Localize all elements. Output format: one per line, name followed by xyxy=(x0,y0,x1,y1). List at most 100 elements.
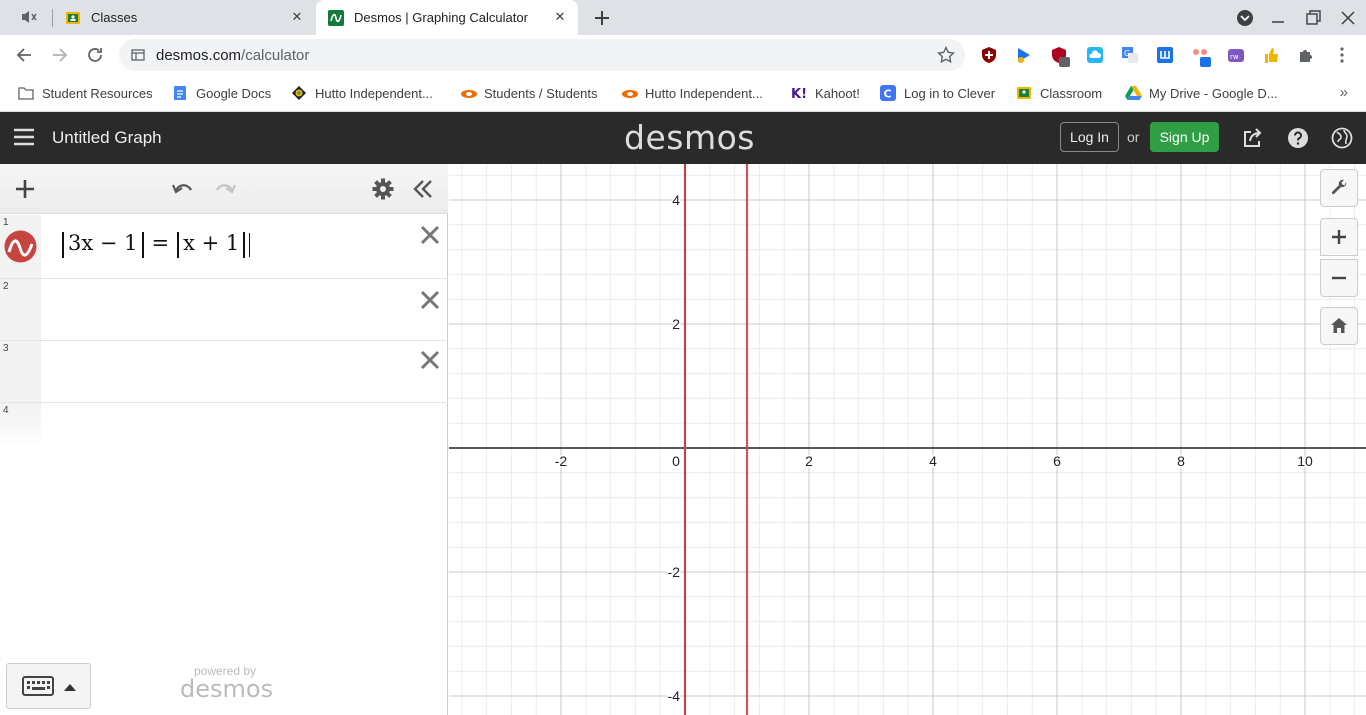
collapse-list-icon[interactable] xyxy=(411,177,435,201)
hutto-logo-icon xyxy=(291,85,307,101)
powered-by-desmos[interactable]: powered by desmos xyxy=(180,664,273,701)
x-tick-label: 6 xyxy=(1053,453,1061,469)
bookmark-label: Hutto Independent... xyxy=(645,85,763,101)
bookmarks-overflow-icon[interactable]: » xyxy=(1340,84,1348,101)
x-tick-label: 10 xyxy=(1297,453,1313,469)
graph-color-icon[interactable] xyxy=(4,230,37,263)
screencast-extension-icon[interactable] xyxy=(1015,46,1033,64)
log-in-button[interactable]: Log In xyxy=(1060,122,1119,152)
restore-icon[interactable] xyxy=(1303,8,1323,28)
extensions-puzzle-icon[interactable] xyxy=(1297,46,1315,64)
bookmark-google-docs[interactable]: Google Docs xyxy=(172,84,271,102)
keypad-toggle-button[interactable] xyxy=(6,663,91,709)
address-bar[interactable]: desmos.com/calculator xyxy=(119,39,965,71)
add-item-icon[interactable] xyxy=(13,177,37,201)
tab-search-icon[interactable] xyxy=(1235,8,1255,28)
y-tick-label: -2 xyxy=(668,564,681,580)
y-tick-label: -4 xyxy=(668,688,681,704)
bookmark-label: Student Resources xyxy=(42,85,153,101)
bookmark-hutto-independent-2[interactable]: Hutto Independent... xyxy=(621,84,763,102)
bookmark-label: My Drive - Google D... xyxy=(1149,85,1278,101)
expression-row[interactable]: 1 3x − 1 = x + 1 xyxy=(0,215,448,279)
tab-desmos[interactable]: Desmos | Graphing Calculator ✕ xyxy=(316,0,578,35)
undo-icon[interactable] xyxy=(171,177,195,201)
x-tick-label: 2 xyxy=(805,453,813,469)
zoom-out-button[interactable] xyxy=(1320,259,1358,297)
expression-row[interactable]: 2 xyxy=(0,279,448,341)
math-expression[interactable]: 3x − 1 = x + 1 xyxy=(62,231,251,258)
default-viewport-button[interactable] xyxy=(1320,307,1358,345)
bookmark-classroom[interactable]: Classroom xyxy=(1016,84,1102,102)
bookmark-hutto-independent-1[interactable]: Hutto Independent... xyxy=(291,84,433,102)
google-classroom-icon xyxy=(1016,85,1032,101)
tab-close-icon[interactable]: ✕ xyxy=(552,9,568,25)
google-classroom-icon xyxy=(65,10,81,26)
abs-left-content: 3x − 1 xyxy=(68,231,138,255)
expression-index: 4 xyxy=(3,405,9,416)
svg-text:K!: K! xyxy=(791,87,807,101)
equals-sign: = xyxy=(151,231,170,255)
new-tab-icon[interactable] xyxy=(592,8,612,28)
tab-audio-muted-icon[interactable] xyxy=(20,9,38,25)
expression-row[interactable]: 4 xyxy=(0,403,448,451)
caret-up-icon xyxy=(63,683,77,692)
bookmark-label: Kahoot! xyxy=(815,85,860,101)
minimize-icon[interactable] xyxy=(1268,8,1288,28)
sign-up-button[interactable]: Sign Up xyxy=(1150,122,1219,152)
forward-arrow-icon[interactable] xyxy=(50,45,70,65)
redo-icon[interactable] xyxy=(213,177,237,201)
y-tick-label: 4 xyxy=(672,192,680,208)
svg-text:G: G xyxy=(1124,49,1130,58)
bookmark-star-icon[interactable] xyxy=(937,46,955,64)
expression-row[interactable]: 3 xyxy=(0,341,448,403)
delete-expression-icon[interactable] xyxy=(418,288,442,312)
bookmark-students[interactable]: Students / Students xyxy=(460,84,597,102)
back-arrow-icon[interactable] xyxy=(14,45,34,65)
site-info-icon[interactable] xyxy=(131,48,145,62)
thumbs-up-extension-icon[interactable] xyxy=(1262,46,1280,64)
keyboard-icon xyxy=(22,676,54,698)
close-window-icon[interactable] xyxy=(1338,8,1358,28)
cloud-extension-icon[interactable] xyxy=(1086,46,1104,64)
bookmark-label: Students / Students xyxy=(484,85,598,101)
expression-index: 1 xyxy=(3,217,9,228)
graph-settings-button[interactable] xyxy=(1320,169,1358,207)
wrench-icon xyxy=(1331,179,1347,195)
bookmark-label: Hutto Independent... xyxy=(315,85,433,101)
graph-canvas[interactable]: -2 0 2 4 6 8 10 4 2 -2 -4 xyxy=(449,164,1366,715)
bookmark-label: Log in to Clever xyxy=(904,85,996,101)
delete-expression-icon[interactable] xyxy=(418,223,442,247)
bookmark-kahoot[interactable]: K! Kahoot! xyxy=(791,84,860,102)
zoom-in-button[interactable] xyxy=(1320,218,1358,256)
reader-extension-icon[interactable] xyxy=(1156,46,1174,64)
reload-icon[interactable] xyxy=(85,45,105,65)
delete-expression-icon[interactable] xyxy=(418,348,442,372)
graph-paper[interactable]: -2 0 2 4 6 8 10 4 2 -2 -4 xyxy=(449,164,1366,715)
clever-icon: C xyxy=(880,85,896,101)
browser-menu-icon[interactable] xyxy=(1333,46,1351,64)
translate-extension-icon[interactable]: G xyxy=(1121,46,1139,64)
home-icon xyxy=(1331,318,1347,333)
block-extension-icon[interactable] xyxy=(1050,46,1070,67)
puzzle-purple-extension-icon[interactable]: rw xyxy=(1227,46,1245,64)
x-tick-label: 4 xyxy=(929,453,937,469)
globe-language-icon[interactable] xyxy=(1331,127,1353,149)
tab-close-icon[interactable]: ✕ xyxy=(289,9,305,25)
tab-title: Desmos | Graphing Calculator xyxy=(354,10,528,25)
text-caret xyxy=(249,232,251,257)
expression-toolbar xyxy=(0,164,448,214)
graph-title[interactable]: Untitled Graph xyxy=(52,128,162,148)
bookmark-clever[interactable]: C Log in to Clever xyxy=(880,84,995,102)
folder-icon xyxy=(18,85,34,101)
shield-extension-icon[interactable] xyxy=(980,46,998,64)
bookmark-my-drive[interactable]: My Drive - Google D... xyxy=(1125,84,1278,102)
connect-extension-icon[interactable] xyxy=(1191,46,1211,67)
share-icon[interactable] xyxy=(1242,127,1264,149)
bookmark-student-resources[interactable]: Student Resources xyxy=(18,84,153,102)
tab-classes[interactable]: Classes ✕ xyxy=(53,0,315,35)
desmos-header: Untitled Graph desmos Log In or Sign Up xyxy=(0,112,1366,164)
hamburger-menu-icon[interactable] xyxy=(13,127,35,147)
x-tick-label: 0 xyxy=(672,453,680,469)
help-icon[interactable] xyxy=(1287,127,1309,149)
settings-gear-icon[interactable] xyxy=(371,177,395,201)
